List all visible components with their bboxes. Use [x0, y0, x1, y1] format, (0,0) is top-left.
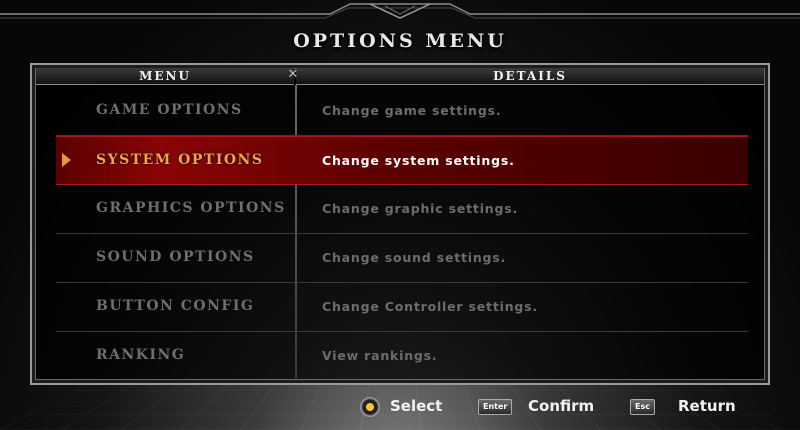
menu-item-detail: Change graphic settings.	[322, 201, 519, 216]
top-ornament	[0, 3, 800, 19]
select-label: Select	[390, 397, 443, 415]
menu-item-detail: View rankings.	[322, 348, 438, 363]
page-title: OPTIONS MENU	[293, 30, 507, 52]
control-hints: Select Enter Confirm Esc Return	[0, 395, 800, 419]
menu-column-header: MENU	[36, 68, 294, 85]
menu-item-label: BUTTON CONFIG	[96, 298, 255, 314]
selection-arrow-icon	[62, 153, 71, 167]
menu-list: GAME OPTIONS Change game settings. SYSTE…	[56, 87, 748, 381]
menu-item-graphics-options[interactable]: GRAPHICS OPTIONS Change graphic settings…	[56, 185, 748, 234]
dpad-icon	[360, 397, 380, 417]
return-label: Return	[678, 397, 736, 415]
menu-item-detail: Change game settings.	[322, 103, 502, 118]
menu-item-game-options[interactable]: GAME OPTIONS Change game settings.	[56, 87, 748, 136]
esc-key-icon: Esc	[630, 399, 655, 415]
menu-item-sound-options[interactable]: SOUND OPTIONS Change sound settings.	[56, 234, 748, 283]
menu-item-label: GAME OPTIONS	[96, 102, 243, 118]
confirm-label: Confirm	[528, 397, 595, 415]
menu-item-button-config[interactable]: BUTTON CONFIG Change Controller settings…	[56, 283, 748, 332]
enter-key-icon: Enter	[478, 399, 513, 415]
menu-item-label: RANKING	[96, 347, 186, 363]
menu-item-label: GRAPHICS OPTIONS	[96, 200, 286, 216]
menu-item-ranking[interactable]: RANKING View rankings.	[56, 332, 748, 381]
menu-item-detail: Change system settings.	[322, 153, 515, 168]
crossed-swords-icon: ✕	[287, 67, 299, 82]
menu-item-label: SOUND OPTIONS	[96, 249, 255, 265]
details-column-header: DETAILS	[296, 68, 764, 85]
menu-item-system-options[interactable]: SYSTEM OPTIONS Change system settings.	[56, 136, 748, 185]
menu-item-detail: Change Controller settings.	[322, 299, 538, 314]
options-panel: MENU DETAILS ✕ GAME OPTIONS Change game …	[30, 63, 770, 385]
menu-item-label: SYSTEM OPTIONS	[96, 152, 264, 168]
menu-item-detail: Change sound settings.	[322, 250, 507, 265]
